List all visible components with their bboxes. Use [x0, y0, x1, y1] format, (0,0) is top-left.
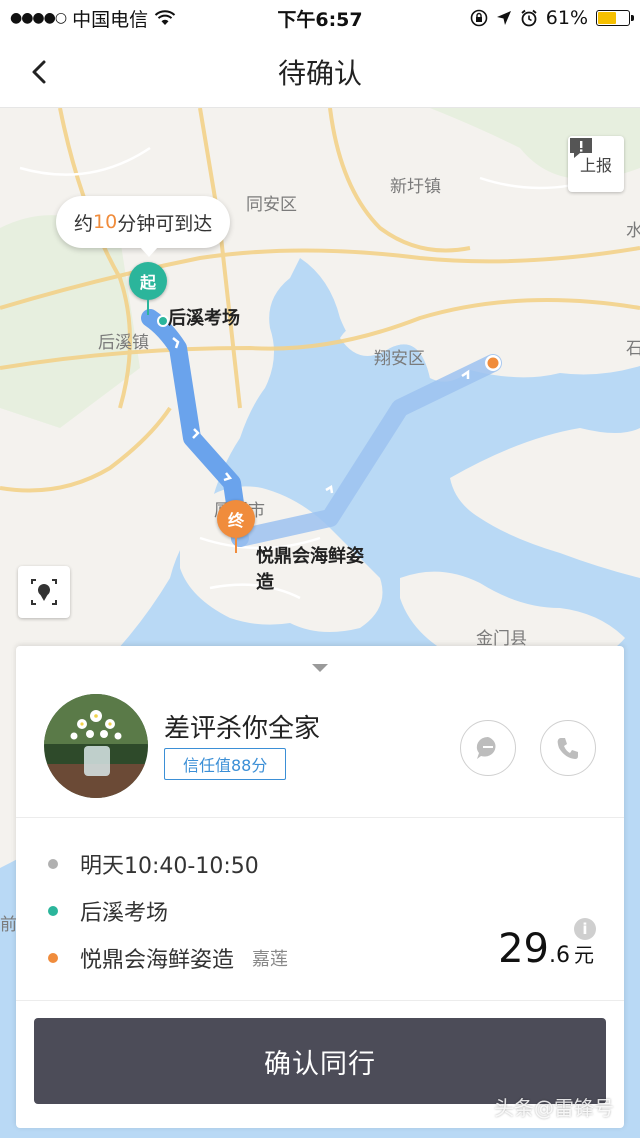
- eta-minutes: 10: [93, 211, 118, 233]
- end-place-label-line2: 造: [256, 572, 274, 593]
- signal-strength-icon: ●●●●○: [10, 10, 67, 26]
- navigation-bar: 待确认: [0, 36, 640, 108]
- trip-time-row: 明天10:40-10:50: [48, 848, 259, 880]
- map-label-xiangan: 翔安区: [374, 349, 425, 369]
- trip-card: 差评杀你全家 信任值88分 明天10:40-10:50 后溪考场 悦鼎会海鲜姿造…: [16, 646, 624, 1128]
- locate-button[interactable]: [18, 566, 70, 618]
- orientation-lock-icon: [470, 9, 488, 27]
- alarm-icon: [521, 9, 537, 27]
- map-label-tongan: 同安区: [246, 195, 297, 215]
- trip-end-area: 嘉莲: [252, 949, 289, 970]
- trip-end-row: 悦鼎会海鲜姿造 嘉莲: [48, 942, 288, 974]
- start-dot-icon: [48, 906, 58, 916]
- end-pin-label: 终: [227, 511, 244, 530]
- wifi-icon: [154, 10, 176, 25]
- carrier-name: 中国电信: [72, 8, 149, 31]
- trust-score-badge: 信任值88分: [164, 748, 287, 780]
- price-unit: 元: [574, 943, 594, 967]
- locate-icon: [31, 579, 57, 605]
- end-pin: 终: [217, 500, 255, 553]
- report-button[interactable]: 上报: [568, 136, 624, 192]
- driver-name: 差评杀你全家: [164, 714, 321, 744]
- start-pin: 起: [129, 262, 167, 315]
- trip-start-row: 后溪考场: [48, 895, 168, 927]
- message-icon: [476, 736, 496, 759]
- trip-end: 悦鼎会海鲜姿造: [80, 948, 235, 973]
- battery-percent: 61%: [545, 7, 588, 29]
- chevron-left-icon[interactable]: [24, 56, 56, 88]
- trip-start: 后溪考场: [80, 901, 169, 926]
- call-button[interactable]: [540, 720, 596, 776]
- battery-icon: [596, 10, 634, 26]
- price-decimal: .6: [549, 943, 570, 968]
- start-place-label: 后溪考场: [168, 308, 240, 329]
- eta-bubble: 约 10 分钟可到达: [56, 196, 231, 257]
- card-divider-bottom: [16, 1000, 624, 1001]
- message-button[interactable]: [460, 720, 516, 776]
- phone-icon: [557, 738, 578, 759]
- map-label-edge-shi: 石: [626, 339, 640, 359]
- price: 29 .6 元: [498, 926, 594, 972]
- map-label-edge-shui: 水: [626, 221, 640, 241]
- driver-avatar[interactable]: [44, 694, 148, 798]
- page-title: 待确认: [277, 56, 362, 90]
- map-label-edge-qian: 前: [0, 915, 17, 935]
- start-pin-label: 起: [139, 273, 156, 292]
- end-place-label-line1: 悦鼎会海鲜姿: [256, 546, 364, 567]
- end-dot-icon: [48, 953, 58, 963]
- location-arrow-icon: [496, 11, 511, 25]
- report-icon: [570, 138, 592, 158]
- map-label-houxi-town: 后溪镇: [98, 333, 149, 353]
- watermark: 头条@雷锋号: [494, 1096, 614, 1120]
- flower-vase-avatar: [44, 694, 148, 798]
- status-bar: ●●●●○ 中国电信 下午6:57 61%: [0, 0, 640, 36]
- clock-icon: [48, 859, 58, 869]
- eta-suffix: 分钟可到达: [117, 212, 213, 235]
- collapse-handle-icon[interactable]: [312, 664, 328, 672]
- price-integer: 29: [498, 926, 549, 972]
- eta-prefix: 约: [74, 212, 94, 235]
- trip-time: 明天10:40-10:50: [80, 854, 259, 879]
- map-label-xinxu: 新圩镇: [390, 177, 441, 197]
- card-divider: [16, 817, 624, 818]
